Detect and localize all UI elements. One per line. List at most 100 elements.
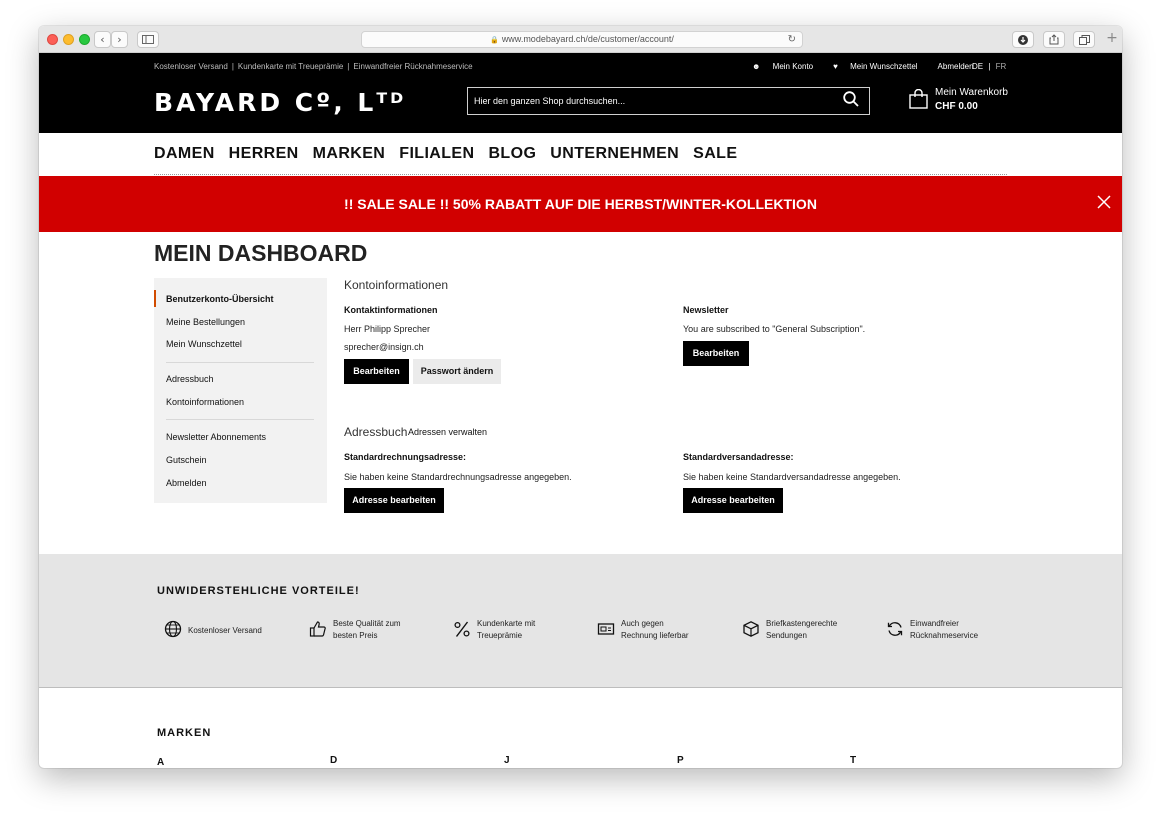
reload-icon[interactable]: ↻	[788, 32, 796, 47]
forward-button[interactable]: ›	[111, 31, 128, 48]
logout-link[interactable]: Abmelden	[938, 62, 974, 71]
back-button[interactable]: ‹	[94, 31, 111, 48]
sidebar-item-orders[interactable]: Meine Bestellungen	[166, 317, 245, 327]
browser-toolbar: ‹ › 🔒 www.modebayard.ch/de/customer/accou…	[39, 26, 1122, 53]
brand-letter-d: D	[330, 755, 338, 766]
brand-letter-j: J	[504, 755, 510, 766]
search-box[interactable]: Hier den ganzen Shop durchsuchen...	[467, 87, 870, 115]
edit-shipping-address-button[interactable]: Adresse bearbeiten	[683, 488, 783, 513]
thumbs-up-icon	[309, 621, 326, 637]
nav-damen[interactable]: DAMEN	[154, 145, 215, 163]
benefit-text: Rechnung lieferbar	[621, 631, 689, 640]
contact-email: sprecher@insign.ch	[344, 342, 424, 352]
lock-icon: 🔒	[490, 37, 499, 44]
sale-banner: !! SALE SALE !! 50% RABATT AUF DIE HERBS…	[39, 176, 1122, 232]
downloads-button[interactable]	[1012, 31, 1034, 48]
cart-label: Mein Warenkorb	[935, 87, 1008, 98]
zoom-window-button[interactable]	[79, 34, 90, 45]
nav-sale[interactable]: SALE	[693, 145, 737, 163]
sidebar-item-voucher[interactable]: Gutschein	[166, 455, 207, 465]
download-icon	[1018, 35, 1028, 45]
benefit-text: Beste Qualität zum	[333, 619, 401, 628]
newsletter-label: Newsletter	[683, 305, 729, 315]
brand-letter-p: P	[677, 755, 684, 766]
nav-filialen[interactable]: FILIALEN	[399, 145, 474, 163]
my-account-link[interactable]: ☻ Mein Konto	[752, 62, 823, 71]
benefits-section: UNWIDERSTEHLICHE VORTEILE! Kostenloser V…	[39, 554, 1122, 688]
sidebar-item-wishlist[interactable]: Mein Wunschzettel	[166, 339, 242, 349]
user-icon: ☻	[752, 62, 761, 71]
close-window-button[interactable]	[47, 34, 58, 45]
wishlist-link[interactable]: ♥ Mein Wunschzettel	[833, 62, 927, 71]
sidebar-item-logout[interactable]: Abmelden	[166, 478, 207, 488]
sidebar-toggle-button[interactable]	[137, 31, 159, 48]
edit-billing-address-button[interactable]: Adresse bearbeiten	[344, 488, 444, 513]
search-icon[interactable]	[843, 91, 859, 107]
usp-separator: |	[231, 62, 234, 71]
refresh-icon	[887, 622, 903, 636]
lang-de[interactable]: DE	[972, 62, 983, 71]
brands-title: MARKEN	[157, 727, 212, 739]
globe-icon	[164, 620, 182, 638]
cart-total: CHF 0.00	[935, 101, 978, 112]
tabs-overview-button[interactable]	[1073, 31, 1095, 48]
usp-bar: Kostenloser Versand | Kundenkarte mit Treu…	[154, 62, 473, 71]
nav-marken[interactable]: MARKEN	[313, 145, 386, 163]
benefit-text: Kundenkarte mit	[477, 619, 536, 628]
minimize-window-button[interactable]	[63, 34, 74, 45]
site-logo[interactable]: BAYARD Cº, Lᵀᴰ	[154, 88, 406, 117]
benefit-text: besten Preis	[333, 631, 378, 640]
url-text: www.modebayard.ch/de/customer/account/	[501, 34, 674, 44]
benefit-text: Briefkastengerechte	[766, 619, 838, 628]
nav-blog[interactable]: BLOG	[488, 145, 536, 163]
page-title: MEIN DASHBOARD	[154, 240, 368, 266]
benefit-text: Treueprämie	[477, 631, 523, 640]
shipping-address-text: Sie haben keine Standardversandadresse a…	[683, 472, 901, 482]
sidebar-item-account-info[interactable]: Kontoinformationen	[166, 397, 244, 407]
shipping-address-label: Standardversandadresse:	[683, 452, 794, 462]
share-button[interactable]	[1043, 31, 1065, 48]
language-switcher: DE | FR	[972, 62, 1006, 71]
edit-contact-button[interactable]: Bearbeiten	[344, 359, 409, 384]
nav-unternehmen[interactable]: UNTERNEHMEN	[550, 145, 679, 163]
usp-returns: Einwandfreier Rücknahmeservice	[353, 62, 473, 71]
heart-icon: ♥	[833, 62, 838, 71]
benefit-text: Auch gegen	[621, 619, 664, 628]
account-sidebar: Benutzerkonto-Übersicht Meine Bestellung…	[154, 278, 327, 503]
benefit-text: Rücknahmeservice	[910, 631, 979, 640]
address-bar[interactable]: 🔒 www.modebayard.ch/de/customer/account/ …	[361, 31, 803, 48]
tabs-icon	[1078, 35, 1090, 45]
invoice-icon	[597, 623, 615, 635]
share-icon	[1049, 34, 1059, 45]
new-tab-button[interactable]: +	[1103, 31, 1121, 48]
nav-herren[interactable]: HERREN	[229, 145, 299, 163]
search-input[interactable]: Hier den ganzen Shop durchsuchen...	[474, 96, 625, 106]
brand-letter-a: A	[157, 757, 165, 768]
usp-separator: |	[347, 62, 350, 71]
sidebar-divider	[166, 419, 314, 420]
sidebar-item-overview[interactable]: Benutzerkonto-Übersicht	[166, 294, 274, 304]
account-links: ☻ Mein Konto ♥ Mein Wunschzettel Abmelde…	[752, 62, 984, 71]
billing-address-label: Standardrechnungsadresse:	[344, 452, 467, 462]
contact-info-label: Kontaktinformationen	[344, 305, 438, 315]
lang-fr[interactable]: FR	[996, 62, 1007, 71]
benefit-text: Sendungen	[766, 631, 807, 640]
percent-icon	[454, 621, 470, 637]
close-icon[interactable]	[1096, 194, 1112, 210]
contact-name: Herr Philipp Sprecher	[344, 324, 431, 334]
change-password-button[interactable]: Passwort ändern	[413, 359, 501, 384]
wishlist-label: Mein Wunschzettel	[850, 62, 918, 71]
sidebar-item-addressbook[interactable]: Adressbuch	[166, 374, 214, 384]
shopping-bag-icon	[909, 89, 928, 109]
manage-addresses-link[interactable]: Adressen verwalten	[408, 427, 487, 437]
edit-newsletter-button[interactable]: Bearbeiten	[683, 341, 749, 366]
billing-address-text: Sie haben keine Standardrechnungsadresse…	[344, 472, 572, 482]
account-info-title: Kontoinformationen	[344, 278, 449, 292]
usp-shipping: Kostenloser Versand	[154, 62, 228, 71]
usp-loyalty-card: Kundenkarte mit Treueprämie	[237, 62, 344, 71]
my-account-label: Mein Konto	[772, 62, 814, 71]
sidebar-item-newsletter[interactable]: Newsletter Abonnements	[166, 432, 266, 442]
lang-separator: |	[988, 62, 991, 71]
sale-banner-text[interactable]: !! SALE SALE !! 50% RABATT AUF DIE HERBS…	[39, 196, 1122, 212]
newsletter-status: You are subscribed to "General Subscript…	[683, 324, 866, 334]
